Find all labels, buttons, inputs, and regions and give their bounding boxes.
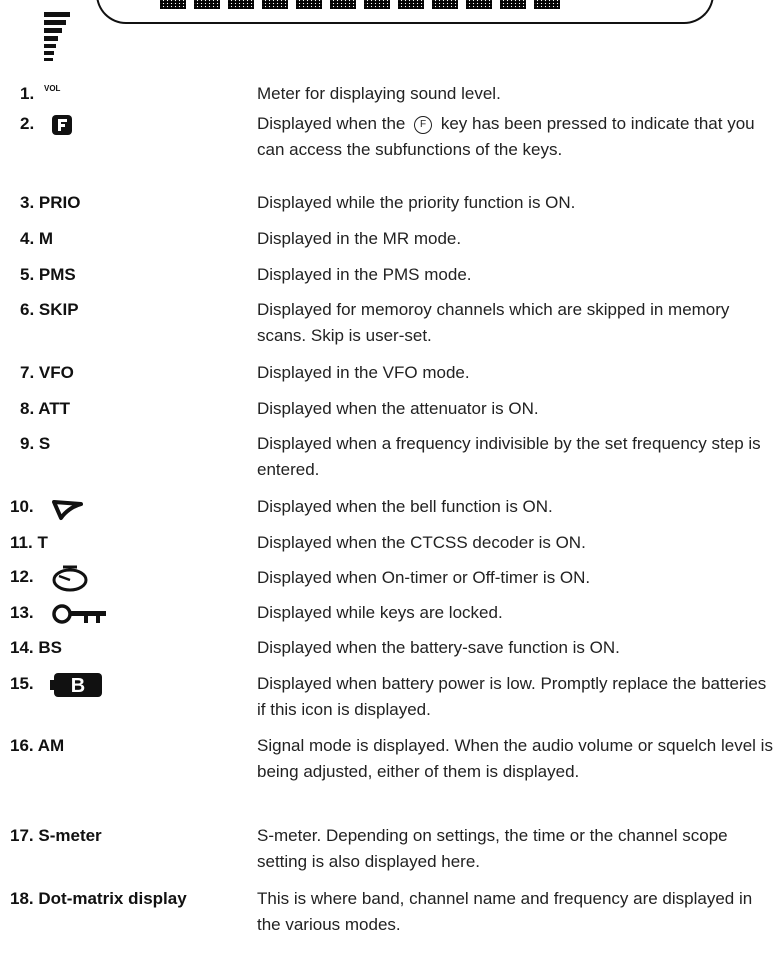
battery-low-icon: B: [50, 673, 104, 697]
item-description: Displayed for memoroy channels which are…: [257, 300, 730, 345]
item-description: This is where band, channel name and fre…: [257, 889, 753, 934]
item-description: Displayed while the priority function is…: [257, 193, 576, 212]
item-label: S-meter: [38, 826, 102, 845]
item-label: AM: [37, 736, 65, 755]
item-description: Displayed in the PMS mode.: [257, 265, 472, 284]
item-label: PRIO: [38, 193, 81, 212]
item-label: T: [37, 533, 48, 552]
item-label: S: [38, 434, 51, 453]
item-description: Displayed when the battery-save function…: [257, 638, 620, 657]
item-description: S-meter. Depending on settings, the time…: [257, 826, 728, 871]
item-description: Signal mode is displayed. When the audio…: [257, 736, 773, 781]
dot-matrix-segments: [160, 0, 560, 9]
timer-icon: [51, 564, 89, 592]
item-label: PMS: [38, 265, 76, 284]
item-description: Displayed when battery power is low. Pro…: [257, 674, 767, 719]
item-label: M: [38, 229, 54, 248]
item-description: Displayed when a frequency indivisible b…: [257, 434, 761, 479]
item-label: BS: [38, 638, 62, 657]
item-description: Displayed when the CTCSS decoder is ON.: [257, 533, 586, 552]
item-description: Displayed when the bell function is ON.: [257, 497, 553, 516]
item-description: Displayed when On-timer or Off-timer is …: [257, 568, 591, 587]
key-lock-icon: [51, 602, 115, 626]
vol-label: VOL: [44, 84, 61, 93]
item-description: Displayed in the VFO mode.: [257, 363, 470, 382]
item-description: Displayed in the MR mode.: [257, 229, 462, 248]
item-label: ATT: [38, 399, 71, 418]
item-number: 2.: [20, 114, 35, 133]
item-label: Dot-matrix display: [38, 889, 187, 908]
f-key-icon: [51, 114, 73, 136]
volume-meter-icon: [42, 12, 76, 80]
item-description: Meter for displaying sound level.: [257, 84, 501, 103]
f-key-symbol: F: [414, 115, 433, 134]
item-number: 1.: [20, 84, 35, 103]
battery-icon-letter: B: [71, 675, 85, 697]
item-label: VFO: [38, 363, 74, 382]
item-label: SKIP: [38, 300, 79, 319]
item-description: Displayed while keys are locked.: [257, 603, 503, 622]
bell-icon: [51, 496, 85, 522]
item-description-start: Displayed when the: [257, 114, 406, 133]
item-description: Displayed when the attenuator is ON.: [257, 399, 539, 418]
